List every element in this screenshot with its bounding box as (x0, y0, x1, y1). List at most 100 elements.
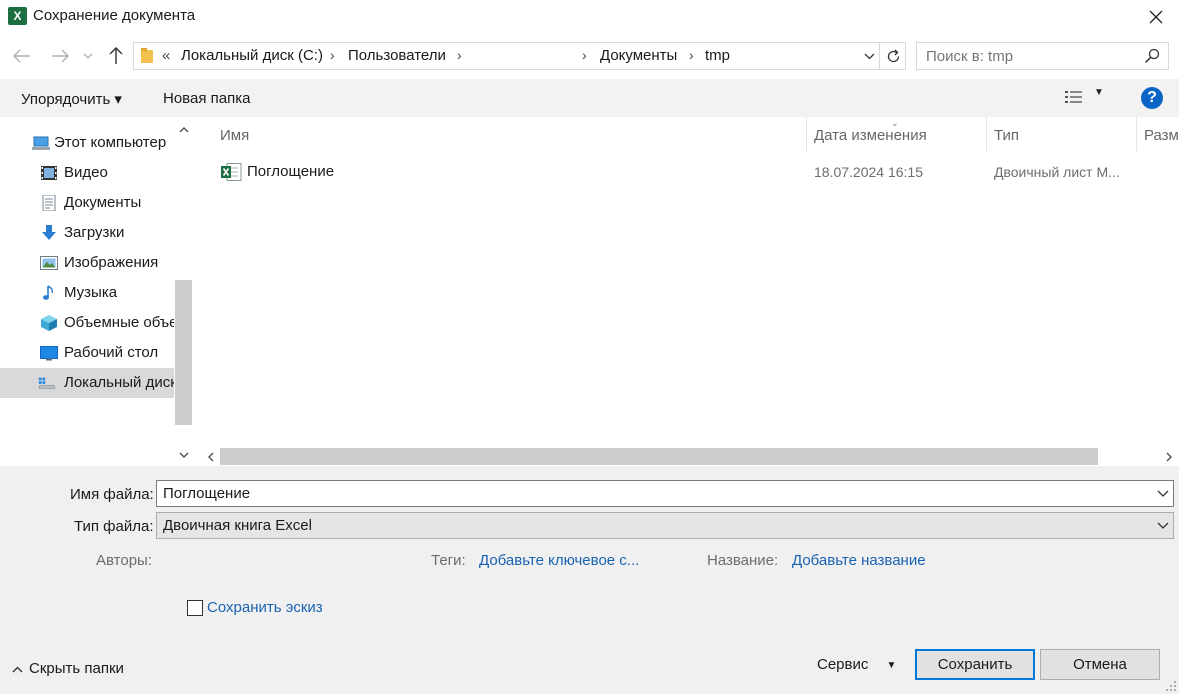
sidebar-item-3d-objects[interactable]: Объемные объекты (0, 308, 174, 338)
save-thumbnail-label[interactable]: Сохранить эскиз (207, 599, 323, 616)
filename-value[interactable]: Поглощение (163, 485, 250, 502)
sidebar-item-this-pc[interactable]: Этот компьютер (0, 128, 174, 158)
sidebar-item-desktop[interactable]: Рабочий стол (0, 338, 174, 368)
chevron-right-icon[interactable]: › (330, 47, 335, 63)
file-type: Двоичный лист M... (994, 164, 1120, 180)
sidebar-item-music[interactable]: Музыка (0, 278, 174, 308)
tags-label: Теги: (431, 552, 466, 569)
horizontal-scroll-thumb[interactable] (220, 448, 1098, 465)
search-icon (1144, 48, 1160, 64)
sidebar-item-documents[interactable]: Документы (0, 188, 174, 218)
close-icon (1149, 10, 1163, 23)
sidebar-item-label: Загрузки (64, 224, 125, 241)
chevron-right-icon[interactable]: › (582, 47, 587, 63)
excel-app-icon: X (8, 7, 27, 25)
up-button[interactable] (104, 44, 128, 68)
filetype-select[interactable]: Двоичная книга Excel (156, 512, 1174, 539)
horizontal-scrollbar[interactable] (200, 447, 1179, 466)
command-toolbar: Упорядочить ▾ Новая папка ▼ ? (0, 79, 1179, 117)
save-options-panel: Имя файла: Поглощение Тип файла: Двоична… (0, 466, 1179, 694)
sidebar-item-label: Локальный диск (C:) (64, 374, 174, 391)
address-segment-tmp[interactable]: tmp (705, 47, 730, 64)
address-segment-documents[interactable]: Документы (600, 47, 677, 64)
file-row[interactable]: Поглощение 18.07.2024 16:15 Двоичный лис… (200, 157, 1179, 187)
cancel-button[interactable]: Отмена (1040, 649, 1160, 680)
column-divider[interactable] (806, 117, 807, 151)
column-header-size[interactable]: Размер (1144, 127, 1179, 144)
new-folder-button[interactable]: Новая папка (163, 90, 250, 107)
forward-button[interactable] (48, 44, 72, 68)
computer-icon (32, 136, 50, 150)
save-thumbnail-checkbox[interactable] (187, 600, 203, 616)
refresh-button[interactable] (881, 43, 905, 69)
filetype-value: Двоичная книга Excel (163, 517, 312, 534)
chevron-down-icon (1157, 522, 1169, 529)
sidebar-item-local-disk[interactable]: Локальный диск (C:) (0, 368, 174, 398)
address-overflow[interactable]: « (162, 47, 170, 64)
sidebar-item-label: Документы (64, 194, 142, 211)
chevron-up-icon (12, 666, 23, 673)
title-bar: X Сохранение документа (0, 0, 1179, 33)
file-list: Имя ⌄ Дата изменения Тип Размер Поглощен… (200, 117, 1179, 447)
documents-icon (42, 195, 56, 211)
sidebar-item-video[interactable]: Видео (0, 158, 174, 188)
arrow-up-icon (109, 47, 123, 64)
address-bar[interactable]: « Локальный диск (C:) › Пользователи › ›… (133, 42, 906, 70)
hide-folders-button[interactable]: Скрыть папки (12, 660, 124, 677)
search-box[interactable] (916, 42, 1169, 70)
add-title-link[interactable]: Добавьте название (792, 552, 926, 569)
view-options-dropdown[interactable]: ▼ (1094, 87, 1104, 98)
scroll-right-icon[interactable] (1160, 448, 1177, 465)
sidebar-item-downloads[interactable]: Загрузки (0, 218, 174, 248)
sidebar-item-label: Музыка (64, 284, 118, 301)
refresh-icon (887, 49, 899, 62)
chevron-right-icon[interactable]: › (457, 47, 462, 63)
scroll-down-icon[interactable] (175, 446, 192, 463)
column-divider[interactable] (986, 117, 987, 151)
address-segment-drive[interactable]: Локальный диск (C:) (181, 47, 323, 64)
arrow-right-icon (52, 49, 69, 63)
folder-icon (141, 48, 153, 63)
sidebar-scroll-thumb[interactable] (175, 280, 192, 425)
close-button[interactable] (1133, 0, 1179, 33)
filename-label: Имя файла: (70, 486, 154, 503)
view-list-icon[interactable] (1064, 89, 1084, 107)
music-icon (43, 285, 53, 300)
recent-locations-button[interactable] (80, 44, 96, 68)
column-header-name[interactable]: Имя (220, 127, 249, 144)
sidebar-item-pictures[interactable]: Изображения (0, 248, 174, 278)
resize-grip-icon[interactable] (1165, 680, 1177, 692)
address-history-dropdown[interactable] (860, 43, 880, 69)
scroll-left-icon[interactable] (202, 448, 219, 465)
desktop-icon (40, 346, 58, 361)
3d-objects-icon (41, 315, 57, 331)
hide-folders-label: Скрыть папки (29, 660, 124, 677)
tools-menu-button[interactable]: Сервис ▼ (817, 656, 896, 673)
caret-down-icon: ▼ (886, 660, 897, 671)
file-date: 18.07.2024 16:15 (814, 164, 923, 180)
back-button[interactable] (10, 44, 34, 68)
help-icon[interactable]: ? (1141, 87, 1163, 109)
drive-icon (38, 377, 56, 389)
column-header-date[interactable]: Дата изменения (814, 127, 927, 144)
filename-field[interactable]: Поглощение (156, 480, 1174, 507)
sidebar-item-label: Рабочий стол (64, 344, 159, 361)
title-label: Название: (707, 552, 779, 569)
add-tags-link[interactable]: Добавьте ключевое с... (479, 552, 639, 569)
address-segment-users[interactable]: Пользователи (348, 47, 446, 64)
column-divider[interactable] (1136, 117, 1137, 151)
sidebar-item-label: Видео (64, 164, 108, 181)
sidebar-scrollbar[interactable] (174, 117, 193, 466)
organize-menu-button[interactable]: Упорядочить ▾ (21, 90, 122, 108)
search-input[interactable] (926, 48, 1126, 65)
sidebar-item-label: Этот компьютер (54, 134, 167, 151)
video-icon (41, 166, 57, 180)
chevron-right-icon[interactable]: › (689, 47, 694, 63)
scroll-up-icon[interactable] (175, 121, 192, 138)
chevron-down-icon[interactable] (1156, 486, 1170, 500)
chevron-down-icon (83, 53, 93, 59)
column-header-type[interactable]: Тип (994, 127, 1019, 144)
file-name: Поглощение (247, 163, 335, 180)
save-button[interactable]: Сохранить (915, 649, 1035, 680)
pictures-icon (40, 256, 58, 270)
